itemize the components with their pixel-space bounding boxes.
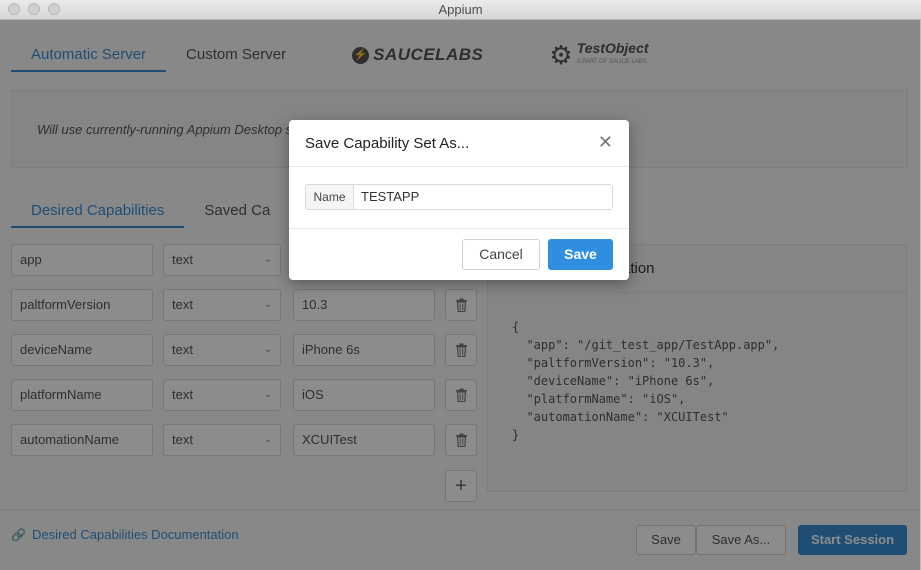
dialog-header: Save Capability Set As... ✕ [289, 120, 629, 167]
name-label: Name [305, 184, 354, 210]
dialog-save-button[interactable]: Save [548, 239, 613, 270]
window-title: Appium [438, 2, 483, 17]
save-capability-set-dialog: Save Capability Set As... ✕ Name TESTAPP… [289, 120, 629, 280]
dialog-body: Name TESTAPP [289, 167, 629, 229]
close-window-button[interactable] [8, 3, 20, 15]
close-icon[interactable]: ✕ [598, 133, 613, 151]
cancel-button[interactable]: Cancel [462, 239, 540, 270]
title-bar: Appium [0, 0, 921, 20]
modal-backdrop[interactable] [0, 20, 921, 570]
window-controls [8, 3, 60, 15]
dialog-title: Save Capability Set As... [305, 135, 470, 152]
zoom-window-button[interactable] [48, 3, 60, 15]
capability-set-name-input[interactable]: TESTAPP [353, 184, 613, 210]
minimize-window-button[interactable] [28, 3, 40, 15]
